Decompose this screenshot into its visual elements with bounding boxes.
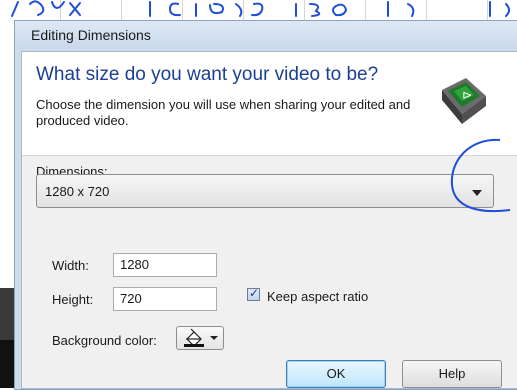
header-band: What size do you want your video to be? …	[22, 52, 517, 156]
ok-button[interactable]: OK	[286, 360, 386, 388]
description: Choose the dimension you will use when s…	[36, 97, 411, 128]
checkmark-icon: ✓	[249, 286, 260, 300]
dialog-title: Editing Dimensions	[15, 21, 517, 49]
paint-bucket-icon	[184, 328, 218, 347]
headline: What size do you want your video to be?	[36, 64, 379, 85]
height-field[interactable]: 720	[113, 287, 217, 311]
height-label: Height:	[52, 292, 94, 307]
dimensions-value: 1280 x 720	[45, 184, 110, 199]
video-editor-icon: ⊳	[442, 78, 486, 124]
background-image-edge-2	[0, 340, 14, 388]
editing-dimensions-dialog: Editing Dimensions What size do you want…	[14, 20, 517, 390]
chevron-down-icon	[472, 190, 482, 196]
dialog-body: What size do you want your video to be? …	[21, 51, 517, 389]
keep-aspect-checkbox[interactable]: ✓	[247, 286, 260, 301]
help-button[interactable]: Help	[402, 360, 502, 388]
width-field[interactable]: 1280	[113, 253, 217, 277]
keep-aspect-label: Keep aspect ratio	[267, 289, 369, 304]
background-color-button[interactable]	[176, 326, 224, 350]
background-color-label: Background color:	[52, 333, 157, 348]
dimensions-dropdown[interactable]: 1280 x 720	[36, 174, 494, 208]
svg-text:⊳: ⊳	[462, 88, 472, 102]
width-label: Width:	[52, 258, 89, 273]
